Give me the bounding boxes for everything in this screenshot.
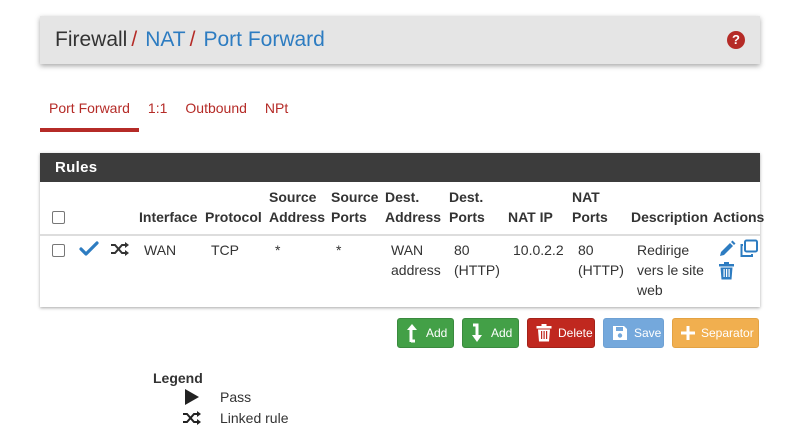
row-dest-ports: 80 (HTTP) [454, 242, 500, 278]
breadcrumb-separator: / [131, 28, 138, 51]
legend-item-pass: Pass [182, 388, 251, 406]
row-select-checkbox[interactable] [52, 244, 65, 257]
breadcrumb-firewall: Firewall [55, 28, 128, 51]
linked-rule-shuffle-icon [110, 241, 130, 260]
separator-label: Separator [701, 326, 754, 340]
col-actions: Actions [713, 209, 765, 225]
legend-pass-label: Pass [220, 389, 252, 405]
separator-button[interactable]: Separator [672, 318, 759, 348]
rules-table: Interface Protocol Source Address Source… [40, 182, 764, 307]
panel-title: Rules [40, 153, 760, 182]
delete-button[interactable]: Delete [527, 318, 595, 348]
row-description: Redirige vers le site web [637, 242, 704, 298]
save-button[interactable]: Save [603, 318, 664, 348]
select-all-checkbox[interactable] [52, 211, 65, 224]
help-icon[interactable]: ? [727, 31, 745, 49]
col-dest-ports: Dest. Ports [449, 189, 485, 225]
breadcrumb-port-forward-link[interactable]: Port Forward [203, 28, 324, 52]
breadcrumb-separator: / [189, 28, 196, 51]
floppy-disk-icon [612, 323, 628, 343]
col-description: Description [631, 209, 709, 225]
legend-item-linked-rule: Linked rule [182, 409, 289, 427]
add-top-label: Add [426, 326, 448, 340]
header-divider [40, 234, 760, 236]
row-interface: WAN [144, 242, 177, 258]
nat-tabs: Port Forward 1:1 Outbound NPt [40, 96, 297, 132]
row-dest-address: WAN address [391, 242, 441, 278]
delete-label: Delete [558, 326, 593, 340]
rule-action-buttons: Add Add Delete Save Separator [397, 318, 759, 348]
breadcrumb: Firewall / NAT / Port Forward ? [40, 16, 760, 64]
trash-icon [536, 323, 552, 343]
arrow-turn-up-icon [406, 323, 420, 343]
copy-icon[interactable] [739, 239, 759, 261]
tab-port-forward[interactable]: Port Forward [40, 96, 139, 132]
add-top-button[interactable]: Add [397, 318, 454, 348]
breadcrumb-nat-link[interactable]: NAT [145, 28, 185, 52]
add-bottom-button[interactable]: Add [462, 318, 519, 348]
col-interface: Interface [139, 209, 198, 225]
legend-title: Legend [153, 370, 203, 386]
tab-outbound[interactable]: Outbound [176, 96, 256, 132]
col-nat-ip: NAT IP [508, 209, 553, 225]
edit-pencil-icon[interactable] [718, 240, 736, 261]
row-nat-ip: 10.0.2.2 [513, 242, 564, 258]
legend-linked-rule-label: Linked rule [220, 410, 289, 426]
col-protocol: Protocol [205, 209, 262, 225]
row-protocol: TCP [211, 242, 239, 258]
add-bottom-label: Add [491, 326, 513, 340]
row-source-ports: * [336, 242, 342, 258]
col-nat-ports: NAT Ports [572, 189, 608, 225]
row-source-address: * [275, 242, 281, 258]
plus-icon [681, 323, 695, 343]
arrow-turn-down-icon [471, 323, 485, 343]
tab-one-to-one[interactable]: 1:1 [139, 96, 176, 132]
play-icon [182, 388, 202, 406]
delete-trash-icon[interactable] [718, 262, 735, 283]
col-source-address: Source Address [269, 189, 326, 225]
shuffle-icon [182, 409, 202, 427]
rules-panel: Rules Interface Protocol Source Address … [40, 153, 764, 307]
col-source-ports: Source Ports [331, 189, 379, 225]
tab-npt[interactable]: NPt [256, 96, 297, 132]
row-nat-ports: 80 (HTTP) [578, 242, 624, 278]
save-label: Save [634, 326, 662, 340]
pass-check-icon[interactable] [79, 240, 99, 261]
col-dest-address: Dest. Address [385, 189, 442, 225]
